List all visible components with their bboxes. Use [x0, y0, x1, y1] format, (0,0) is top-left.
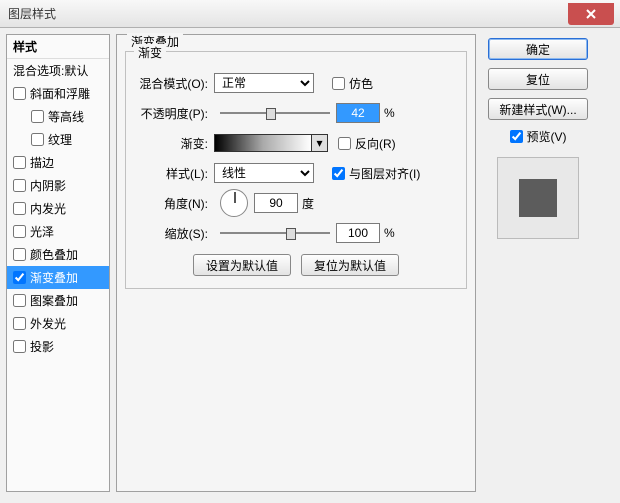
style-select[interactable]: 线性 — [214, 163, 314, 183]
sidebar-item-stroke[interactable]: 描边 — [7, 151, 109, 174]
sidebar-item-label: 外发光 — [30, 315, 66, 332]
sidebar-item-color-overlay[interactable]: 颜色叠加 — [7, 243, 109, 266]
angle-label: 角度(N): — [136, 195, 208, 212]
sidebar-item-contour[interactable]: 等高线 — [7, 105, 109, 128]
dither-checkbox[interactable] — [332, 77, 345, 90]
gradient-swatch[interactable] — [214, 134, 312, 152]
align-label: 与图层对齐(I) — [349, 165, 420, 182]
blend-mode-select[interactable]: 正常 — [214, 73, 314, 93]
ok-button[interactable]: 确定 — [488, 38, 588, 60]
opacity-label: 不透明度(P): — [136, 105, 208, 122]
chk-color-overlay[interactable] — [13, 248, 26, 261]
right-panel: 确定 复位 新建样式(W)... 预览(V) — [482, 34, 594, 492]
scale-unit: % — [384, 226, 395, 240]
chk-texture[interactable] — [31, 133, 44, 146]
sidebar-item-outer-glow[interactable]: 外发光 — [7, 312, 109, 335]
reset-default-button[interactable]: 复位为默认值 — [301, 254, 399, 276]
preview-swatch — [519, 179, 557, 217]
scale-value[interactable]: 100 — [336, 223, 380, 243]
chk-pattern-overlay[interactable] — [13, 294, 26, 307]
sidebar-item-pattern-overlay[interactable]: 图案叠加 — [7, 289, 109, 312]
cancel-button[interactable]: 复位 — [488, 68, 588, 90]
blend-mode-label: 混合模式(O): — [136, 75, 208, 92]
sidebar-item-drop-shadow[interactable]: 投影 — [7, 335, 109, 358]
sidebar-item-label: 等高线 — [48, 108, 84, 125]
sidebar-item-label: 图案叠加 — [30, 292, 78, 309]
angle-dial[interactable] — [220, 189, 248, 217]
gradient-label: 渐变: — [136, 135, 208, 152]
preview-checkbox[interactable] — [510, 130, 523, 143]
sidebar-item-label: 渐变叠加 — [30, 269, 78, 286]
center-panel: 渐变叠加 渐变 混合模式(O): 正常 仿色 不透明度(P): 42 % 渐变:… — [116, 34, 476, 492]
angle-unit: 度 — [302, 195, 314, 212]
opacity-slider[interactable] — [220, 105, 330, 121]
group-label: 渐变 — [134, 44, 166, 61]
opacity-unit: % — [384, 106, 395, 120]
sidebar-item-label: 纹理 — [48, 131, 72, 148]
preview-label: 预览(V) — [527, 128, 567, 145]
sidebar-item-inner-glow[interactable]: 内发光 — [7, 197, 109, 220]
chk-contour[interactable] — [31, 110, 44, 123]
sidebar-header[interactable]: 样式 — [7, 35, 109, 59]
sidebar-item-gradient-overlay[interactable]: 渐变叠加 — [7, 266, 109, 289]
sidebar-item-label: 颜色叠加 — [30, 246, 78, 263]
chk-bevel[interactable] — [13, 87, 26, 100]
preview-box — [497, 157, 579, 239]
gradient-group: 渐变 混合模式(O): 正常 仿色 不透明度(P): 42 % 渐变: ▾ 反向… — [125, 51, 467, 289]
styles-sidebar: 样式 混合选项:默认 斜面和浮雕 等高线 纹理 描边 内阴影 内发光 光泽 颜色… — [6, 34, 110, 492]
close-button[interactable] — [568, 3, 614, 25]
window-title: 图层样式 — [8, 5, 568, 22]
opacity-value[interactable]: 42 — [336, 103, 380, 123]
sidebar-item-bevel[interactable]: 斜面和浮雕 — [7, 82, 109, 105]
sidebar-item-label: 投影 — [30, 338, 54, 355]
sidebar-item-label: 光泽 — [30, 223, 54, 240]
chk-inner-glow[interactable] — [13, 202, 26, 215]
chk-stroke[interactable] — [13, 156, 26, 169]
close-icon — [585, 8, 597, 20]
sidebar-item-label: 内阴影 — [30, 177, 66, 194]
sidebar-blend-options[interactable]: 混合选项:默认 — [7, 59, 109, 82]
set-default-button[interactable]: 设置为默认值 — [193, 254, 291, 276]
chk-inner-shadow[interactable] — [13, 179, 26, 192]
reverse-label: 反向(R) — [355, 135, 396, 152]
titlebar: 图层样式 — [0, 0, 620, 28]
scale-label: 缩放(S): — [136, 225, 208, 242]
new-style-button[interactable]: 新建样式(W)... — [488, 98, 588, 120]
chk-outer-glow[interactable] — [13, 317, 26, 330]
sidebar-item-texture[interactable]: 纹理 — [7, 128, 109, 151]
chk-satin[interactable] — [13, 225, 26, 238]
sidebar-item-label: 斜面和浮雕 — [30, 85, 90, 102]
sidebar-item-label: 内发光 — [30, 200, 66, 217]
scale-slider[interactable] — [220, 225, 330, 241]
sidebar-item-satin[interactable]: 光泽 — [7, 220, 109, 243]
reverse-checkbox[interactable] — [338, 137, 351, 150]
gradient-dropdown[interactable]: ▾ — [312, 134, 328, 152]
sidebar-item-label: 描边 — [30, 154, 54, 171]
style-label: 样式(L): — [136, 165, 208, 182]
angle-value[interactable]: 90 — [254, 193, 298, 213]
chk-gradient-overlay[interactable] — [13, 271, 26, 284]
dither-label: 仿色 — [349, 75, 373, 92]
align-checkbox[interactable] — [332, 167, 345, 180]
sidebar-item-inner-shadow[interactable]: 内阴影 — [7, 174, 109, 197]
chk-drop-shadow[interactable] — [13, 340, 26, 353]
